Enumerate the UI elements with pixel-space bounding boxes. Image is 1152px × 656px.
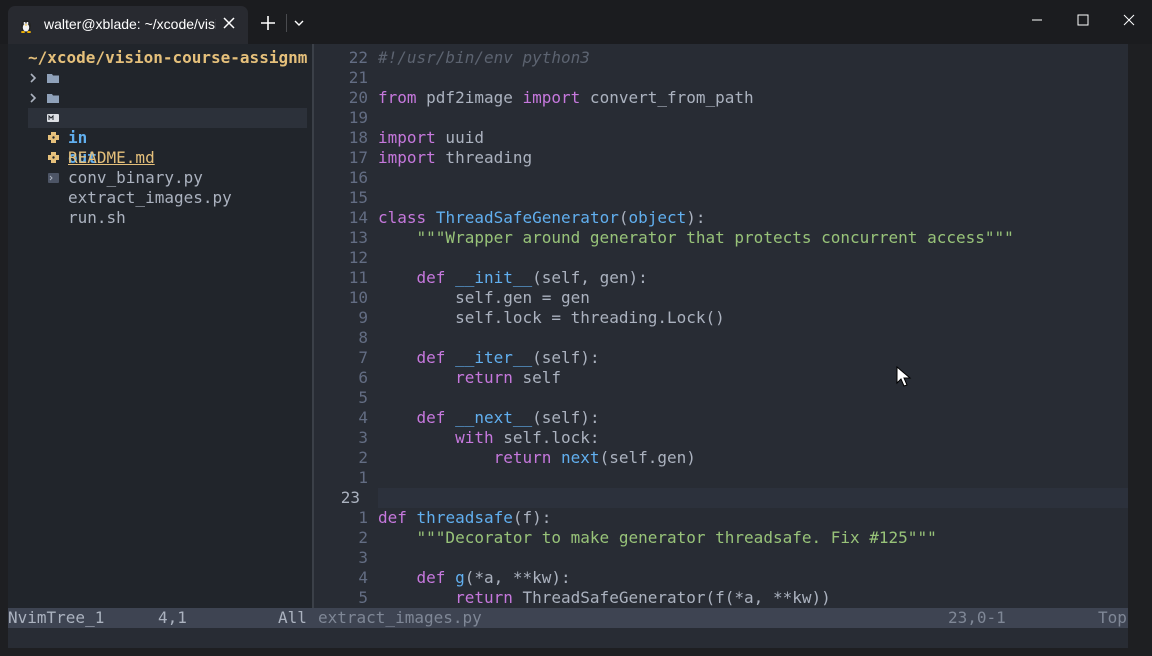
tree-scroll-position: All (278, 608, 307, 627)
code-editor[interactable]: 22 #!/usr/bin/env python3 21 20 from pdf… (314, 44, 1128, 608)
line-number: 12 (348, 248, 368, 267)
title-bar: walter@xblade: ~/xcode/vision-course-ass… (0, 0, 1152, 44)
linux-tux-icon (21, 20, 31, 33)
line-number: 4 (358, 408, 368, 427)
close-tab-icon[interactable] (218, 12, 240, 34)
line-number: 11 (348, 268, 368, 287)
tree-folder-in[interactable]: in (8, 68, 312, 147)
tree-root-path: ~/xcode/vision-course-assignments (28, 48, 308, 67)
chevron-right-icon[interactable] (28, 92, 38, 104)
python-file-icon (48, 132, 59, 143)
line-number: 22 (348, 48, 368, 67)
tree-folder-out[interactable]: out (8, 88, 312, 167)
nvim-tree-panel[interactable]: ~/xcode/vision-course-assignments in out… (8, 44, 312, 608)
new-tab-icon[interactable] (256, 11, 280, 35)
line-number: 19 (348, 108, 368, 127)
file-cursor-position: 23,0-1 (948, 608, 1006, 627)
code-line: return ThreadSafeGenerator(f(*a, **kw)) (455, 588, 831, 607)
code-docstring: """Decorator to make generator threadsaf… (378, 528, 937, 547)
line-number: 9 (358, 308, 368, 327)
line-number: 6 (358, 368, 368, 387)
line-number: 1 (358, 508, 368, 527)
line-number: 18 (348, 128, 368, 147)
tree-item-label: run.sh (68, 208, 126, 227)
line-number: 15 (348, 188, 368, 207)
code-line: import uuid (378, 128, 484, 147)
line-number: 5 (358, 588, 368, 607)
python-file-icon (48, 152, 59, 163)
status-line: NvimTree_1 4,1 All extract_images.py 23,… (8, 608, 1128, 628)
tree-file-run-sh[interactable]: run.sh (8, 168, 312, 227)
code-line: with self.lock: (455, 428, 600, 447)
maximize-icon[interactable] (1060, 0, 1106, 40)
mouse-pointer-icon (896, 366, 912, 387)
line-number: 16 (348, 168, 368, 187)
line-number: 2 (358, 528, 368, 547)
line-number: 4 (358, 568, 368, 587)
line-number: 3 (358, 428, 368, 447)
line-number: 17 (348, 148, 368, 167)
line-number: 10 (348, 288, 368, 307)
current-line-number: 23 (340, 488, 360, 507)
shell-file-icon (48, 173, 59, 183)
code-line: def __iter__(self): (416, 348, 600, 367)
code-line: return next(self.gen) (493, 448, 696, 467)
tree-file-extract-images[interactable]: extract_images.py (8, 148, 312, 207)
minimize-icon[interactable] (1014, 0, 1060, 40)
line-number: 1 (358, 468, 368, 487)
terminal-tab[interactable]: walter@xblade: ~/xcode/vision-course-ass… (8, 6, 248, 44)
tree-cursor-position: 4,1 (158, 608, 187, 627)
folder-icon (47, 94, 59, 103)
line-number: 20 (348, 88, 368, 107)
code-line: def threadsafe(f): (378, 508, 552, 527)
tree-buffer-name: NvimTree_1 (8, 608, 105, 627)
folder-icon (47, 74, 59, 83)
close-window-icon[interactable] (1106, 0, 1152, 40)
cursor-line-highlight (378, 488, 1128, 508)
tab-separator (286, 14, 287, 32)
line-number: 13 (348, 228, 368, 247)
command-line[interactable] (8, 628, 1128, 648)
code-line: import threading (378, 148, 533, 167)
code-line: #!/usr/bin/env python3 (378, 48, 590, 68)
line-number: 7 (358, 348, 368, 367)
line-number: 14 (348, 208, 368, 227)
code-comment: #!/usr/bin/env python3 (378, 48, 590, 67)
code-docstring: """Wrapper around generator that protect… (378, 228, 1014, 247)
tab-title: walter@xblade: ~/xcode/vision-course-ass… (44, 16, 216, 32)
chevron-right-icon[interactable] (28, 72, 38, 84)
chevron-down-icon[interactable] (290, 14, 308, 32)
line-number: 3 (358, 548, 368, 567)
markdown-file-icon (47, 114, 59, 122)
line-number: 8 (358, 328, 368, 347)
code-line: def __init__(self, gen): (416, 268, 648, 287)
code-line: return self (455, 368, 562, 387)
code-line: from pdf2image import convert_from_path (378, 88, 754, 107)
code-line: self.gen = gen (378, 288, 590, 307)
code-line: def __next__(self): (416, 408, 600, 427)
line-number: 21 (348, 68, 368, 87)
code-line: class ThreadSafeGenerator(object): (378, 208, 706, 227)
line-number: 5 (358, 388, 368, 407)
tree-file-readme[interactable]: README.md (8, 108, 312, 167)
tree-item-label: extract_images.py (68, 188, 232, 207)
tree-file-conv-binary[interactable]: conv_binary.py (8, 128, 312, 187)
code-line: """Wrapper around generator that protect… (378, 228, 1014, 248)
terminal-viewport[interactable]: ~/xcode/vision-course-assignments in out… (8, 44, 1128, 648)
line-number: 2 (358, 448, 368, 467)
code-line: self.lock = threading.Lock() (378, 308, 725, 327)
file-name: extract_images.py (318, 608, 482, 627)
code-line: """Decorator to make generator threadsaf… (378, 528, 937, 548)
code-line: def g(*a, **kw): (416, 568, 571, 587)
file-scroll-position: Top (1098, 608, 1127, 627)
